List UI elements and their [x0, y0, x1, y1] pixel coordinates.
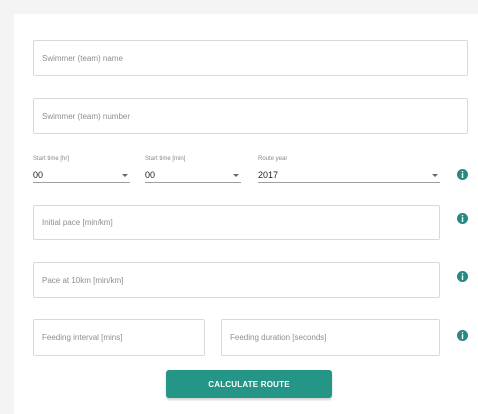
feeding-interval-placeholder: Feeding interval [mins]: [42, 333, 123, 342]
swimmer-number-placeholder: Swimmer (team) number: [42, 111, 131, 121]
chevron-down-icon: [233, 174, 239, 177]
feeding-interval-input[interactable]: Feeding interval [mins]: [33, 319, 205, 356]
start-minute-select[interactable]: 00: [145, 167, 241, 183]
initial-pace-placeholder: Initial pace [min/km]: [42, 218, 113, 227]
info-icon[interactable]: [457, 330, 468, 341]
feeding-duration-input[interactable]: Feeding duration [seconds]: [221, 319, 440, 356]
info-icon[interactable]: [457, 213, 468, 224]
info-icon[interactable]: [457, 169, 468, 180]
start-minute-label: Start time [min]: [145, 156, 186, 162]
start-hour-value: 00: [33, 169, 44, 180]
route-year-select[interactable]: 2017: [258, 167, 440, 183]
route-year-value: 2017: [258, 169, 279, 180]
start-minute-value: 00: [145, 169, 156, 180]
feeding-duration-placeholder: Feeding duration [seconds]: [230, 333, 327, 342]
swimmer-name-input[interactable]: Swimmer (team) name: [33, 40, 468, 76]
calculate-route-button[interactable]: CALCULATE ROUTE: [166, 370, 332, 398]
swimmer-name-placeholder: Swimmer (team) name: [42, 53, 123, 63]
swimmer-number-input[interactable]: Swimmer (team) number: [33, 98, 468, 134]
info-icon[interactable]: [457, 271, 468, 282]
calculate-route-label: CALCULATE ROUTE: [208, 379, 290, 389]
pace-10km-input[interactable]: Pace at 10km [min/km]: [33, 262, 440, 298]
start-hour-label: Start time [hr]: [33, 156, 70, 162]
chevron-down-icon: [122, 174, 128, 177]
initial-pace-input[interactable]: Initial pace [min/km]: [33, 205, 440, 240]
route-year-label: Route year: [258, 156, 288, 162]
start-hour-select[interactable]: 00: [33, 167, 130, 183]
chevron-down-icon: [432, 174, 438, 177]
pace-10km-placeholder: Pace at 10km [min/km]: [42, 275, 124, 285]
